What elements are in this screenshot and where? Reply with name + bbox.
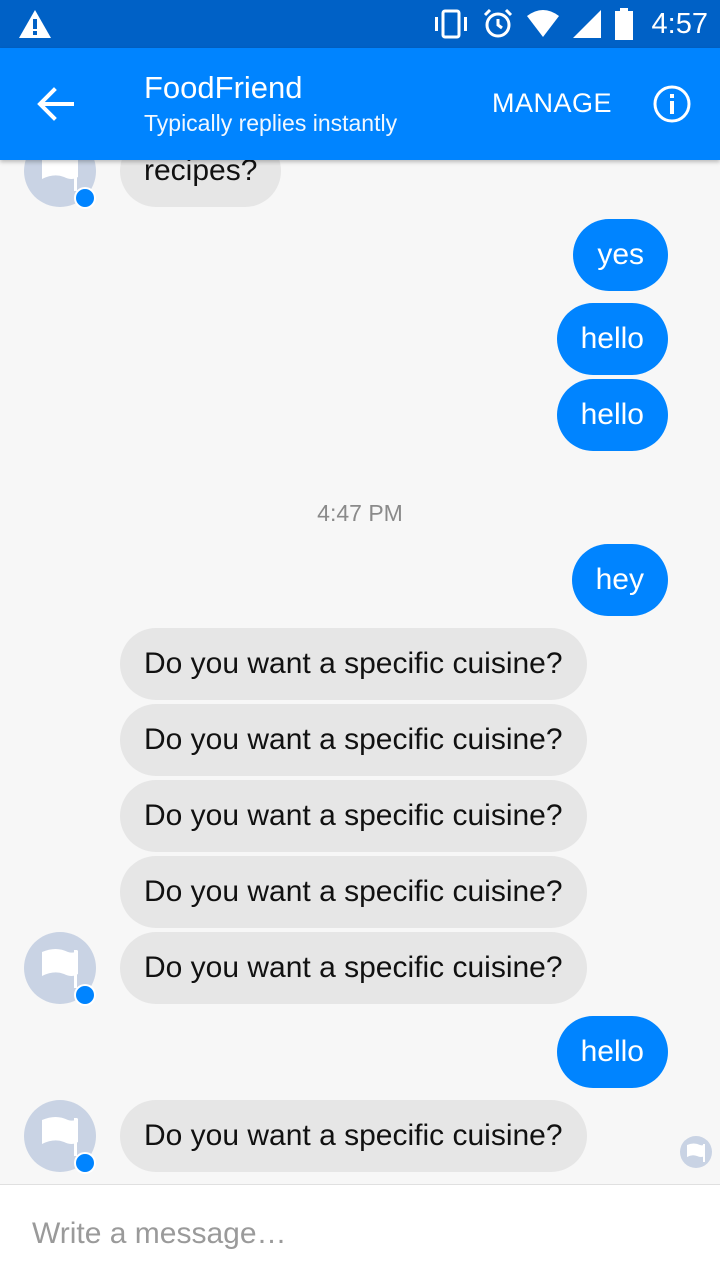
alarm-icon — [483, 8, 512, 38]
app-bar: FoodFriend Typically replies instantly M… — [0, 48, 720, 160]
message-bubble-sent[interactable]: hello — [556, 379, 668, 451]
battery-icon — [614, 8, 633, 40]
messenger-badge-icon — [74, 1152, 96, 1174]
message-bubble-sent[interactable]: hey — [571, 544, 668, 616]
message-bubble-received[interactable]: recipes? — [120, 160, 282, 207]
back-arrow-icon[interactable] — [32, 84, 80, 124]
message-bubble-sent[interactable]: yes — [573, 219, 668, 291]
warning-icon — [19, 10, 51, 38]
message-composer — [0, 1184, 720, 1280]
seen-indicator-icon — [680, 1136, 712, 1168]
bot-avatar[interactable] — [24, 160, 96, 209]
manage-button[interactable]: MANAGE — [492, 88, 612, 119]
message-bubble-received[interactable]: Do you want a specific cuisine? — [120, 780, 587, 852]
message-bubble-received[interactable]: Do you want a specific cuisine? — [120, 704, 587, 776]
wifi-icon — [526, 10, 559, 37]
message-bubble-sent[interactable]: hello — [556, 303, 668, 375]
message-timestamp: 4:47 PM — [317, 500, 403, 526]
status-bar: 4:57 — [0, 0, 720, 48]
vibrate-icon — [434, 9, 467, 39]
message-bubble-sent[interactable]: hello — [556, 1016, 668, 1088]
message-bubble-received[interactable]: Do you want a specific cuisine? — [120, 856, 587, 928]
flag-icon — [42, 949, 78, 988]
page-subtitle: Typically replies instantly — [144, 110, 398, 136]
page-title: FoodFriend — [144, 70, 303, 105]
message-list[interactable]: recipes? yes hello hello 4:47 PM hey Do … — [0, 160, 720, 1184]
flag-icon — [687, 1143, 705, 1162]
messenger-badge-icon — [74, 187, 96, 209]
bot-avatar[interactable] — [24, 1100, 96, 1174]
message-input[interactable] — [32, 1211, 682, 1257]
conversation-title-block[interactable]: FoodFriend Typically replies instantly — [144, 70, 397, 140]
message-bubble-received[interactable]: Do you want a specific cuisine? — [120, 1100, 587, 1172]
flag-icon — [42, 1117, 78, 1156]
signal-icon — [572, 10, 601, 38]
message-bubble-received[interactable]: Do you want a specific cuisine? — [120, 628, 587, 700]
info-icon[interactable] — [652, 84, 692, 124]
bot-avatar[interactable] — [24, 932, 96, 1006]
message-bubble-received[interactable]: Do you want a specific cuisine? — [120, 932, 587, 1004]
messenger-badge-icon — [74, 984, 96, 1006]
status-clock: 4:57 — [651, 7, 708, 40]
